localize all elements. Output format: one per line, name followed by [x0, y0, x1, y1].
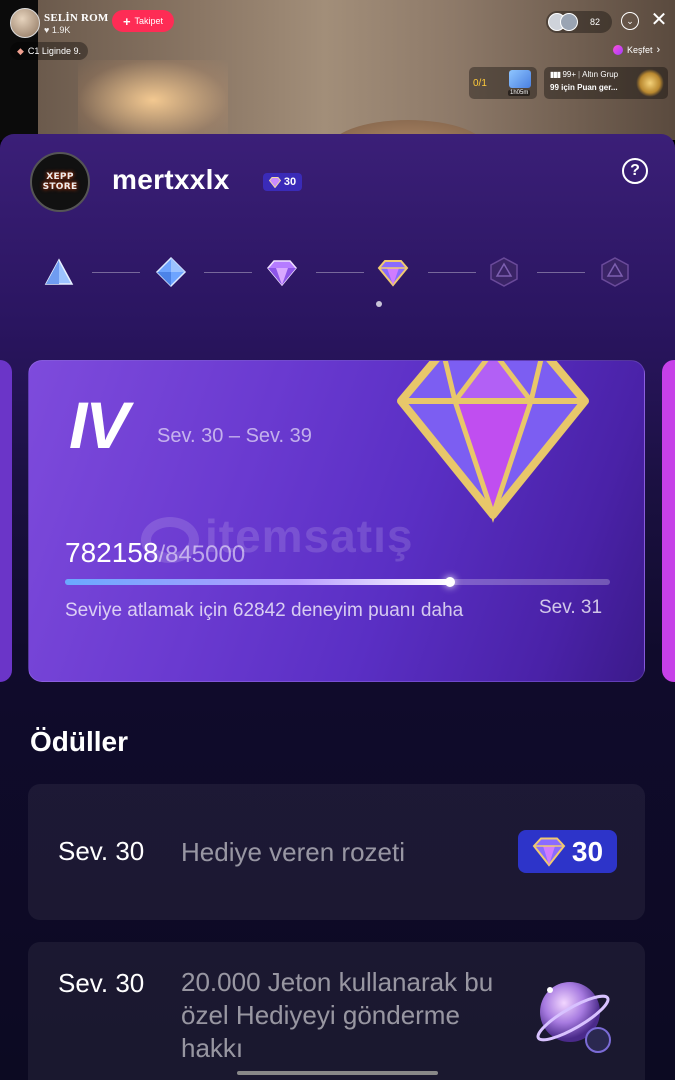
bars-icon: ▮▮▮ — [550, 70, 561, 79]
host-name: SELİN ROM — [44, 11, 109, 24]
previous-tier-card[interactable] — [0, 360, 12, 682]
rank-cta: 99 için Puan ger... — [550, 83, 618, 92]
goal-timer: 1h05m — [508, 90, 531, 96]
xp-remaining-note: Seviye atlamak için 62842 deneyim puanı … — [65, 600, 464, 621]
chevron-right-icon: › — [656, 44, 661, 56]
close-icon[interactable]: ✕ — [649, 9, 669, 31]
level-badge: 30 — [263, 173, 302, 191]
xp-progress-bar — [65, 577, 610, 587]
xp-current: 782158/845000 — [65, 537, 246, 568]
explore-icon — [613, 45, 623, 55]
gift-icon — [509, 70, 531, 88]
plus-icon: + — [122, 13, 131, 29]
username: mertxxlx — [112, 164, 230, 195]
host-avatar[interactable] — [10, 8, 40, 38]
collapse-button[interactable]: ⌄ — [621, 12, 639, 30]
tier-track — [0, 254, 675, 304]
tier-6-locked-icon[interactable] — [599, 256, 631, 288]
tier-connector — [92, 272, 140, 273]
tier-4-icon[interactable] — [377, 256, 409, 288]
next-level-label: Sev. 31 — [539, 597, 603, 618]
reward-description: 20.000 Jeton kullanarak bu özel Hediyeyi… — [181, 967, 494, 1063]
explore-link[interactable]: Keşfet › — [613, 44, 660, 56]
active-tier-indicator — [376, 301, 382, 307]
rewards-title: Ödüller — [30, 726, 129, 757]
gifter-badge: 30 — [518, 830, 617, 873]
diamond-icon — [532, 837, 566, 867]
ranking-widget[interactable]: ▮▮▮ 99+ | Altın Grup 99 için Puan ger... — [544, 67, 668, 99]
tier-1-icon[interactable] — [43, 256, 75, 288]
tier-level-range: Sev. 30 – Sev. 39 — [157, 425, 312, 447]
reward-level: Sev. 30 — [58, 968, 145, 998]
home-indicator — [237, 1071, 438, 1075]
goal-progress: 0/1 — [473, 77, 487, 89]
tier-connector — [204, 272, 252, 273]
diamond-icon: ◆ — [17, 45, 24, 56]
question-icon: ? — [630, 162, 640, 179]
viewer-count: 82 — [590, 17, 601, 27]
reward-level: Sev. 30 — [58, 836, 145, 866]
xp-progress-fill — [65, 577, 456, 587]
gift-goal[interactable]: 0/1 1h05m — [469, 67, 537, 99]
viewer-avatar — [560, 13, 578, 31]
follow-button[interactable]: + Takipet — [112, 10, 174, 32]
tier-connector — [316, 272, 364, 273]
reward-item[interactable]: Sev. 30 20.000 Jeton kullanarak bu özel … — [28, 942, 645, 1080]
tier-2-icon[interactable] — [155, 256, 187, 288]
tier-gem-icon — [397, 361, 589, 523]
current-tier-card[interactable]: itemsatış IV Sev. 30 – Sev. 39 782158/84… — [28, 360, 645, 682]
tier-3-icon[interactable] — [266, 256, 298, 288]
host-likes: ♥ 1.9K — [44, 24, 71, 35]
trophy-icon — [636, 69, 664, 97]
viewer-list[interactable]: 82 — [546, 11, 612, 33]
reward-item[interactable]: Sev. 30 Hediye veren rozeti 30 — [28, 784, 645, 920]
heart-icon: ♥ — [44, 24, 50, 35]
tier-roman-numeral: IV — [69, 388, 129, 462]
planet-gift-icon — [536, 982, 611, 1053]
gifter-level-sheet: XEPP STORE mertxxlx 30 ? itemsatış IV Se… — [0, 134, 675, 1080]
profile-avatar: XEPP STORE — [30, 152, 90, 212]
help-button[interactable]: ? — [622, 158, 648, 184]
league-pill[interactable]: ◆ C1 Liginde 9. — [10, 42, 88, 60]
tier-connector — [428, 272, 476, 273]
tier-connector — [537, 272, 585, 273]
next-tier-card[interactable] — [662, 360, 675, 682]
diamond-icon — [268, 176, 281, 188]
host-info[interactable]: SELİN ROM ♥ 1.9K — [10, 8, 108, 38]
chevron-down-icon: ⌄ — [626, 15, 634, 26]
tier-5-locked-icon[interactable] — [488, 256, 520, 288]
reward-description: Hediye veren rozeti — [181, 837, 405, 867]
